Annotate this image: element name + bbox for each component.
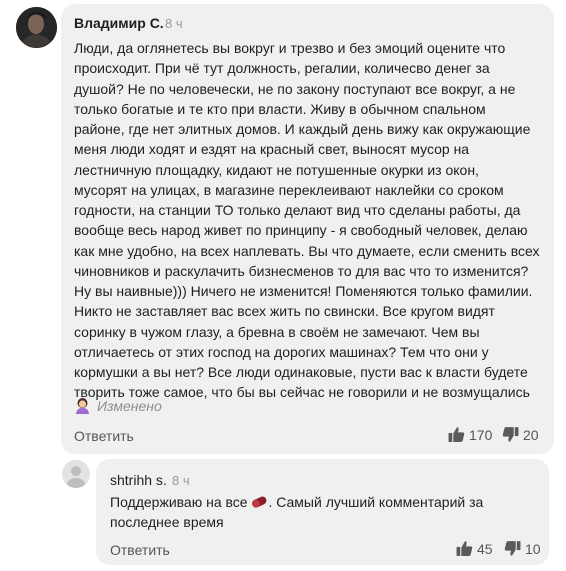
comment-text-line: кормушки а вы нет? Все люди одинаковые, … (74, 364, 528, 380)
woman-emoji-icon (76, 398, 89, 414)
comment-text-line: Никто не заставляет вас всех жить по сви… (74, 303, 495, 320)
thumbs-up-icon (456, 541, 473, 556)
edited-indicator: Изменено (74, 397, 162, 414)
thumbs-up-icon (448, 427, 465, 442)
comment-text-line: лестничную площадку, кидают не потушенны… (74, 161, 479, 178)
author-avatar[interactable] (16, 7, 57, 48)
comment-text-line: чиновников и раскулачить бизнесменов то … (74, 262, 529, 279)
comment-text-line: Ну вы наивные))) Ничего не изменится! По… (74, 283, 533, 299)
pill-emoji-icon (252, 496, 267, 508)
comment-text-line: годности, на станции ТО только делают ви… (74, 202, 521, 218)
reply-time: 8 ч (172, 473, 190, 488)
reply-text-part2: . Самый лучший комментарий за (268, 494, 484, 510)
comment-text-line: Люди, да оглянетесь вы вокруг и трезво и… (74, 40, 506, 56)
comment-text-line: душой? Не по человечески, не по закону п… (74, 80, 516, 97)
comment-text-line: вообще весь народ живет по принципу - я … (74, 222, 528, 239)
reply-like-count: 45 (477, 540, 493, 557)
thumbs-down-icon (502, 427, 519, 442)
reply-button[interactable]: Ответить (74, 428, 134, 444)
comment-text-line: районе, где нет элитных домов. И каждый … (74, 121, 531, 137)
reply-like-button[interactable]: 45 (456, 540, 493, 557)
reply-text-part1: Поддерживаю на все (110, 494, 252, 510)
comment-text-line: соринку в чужом глазу, а бревна в своём … (74, 323, 480, 340)
edited-label: Изменено (97, 397, 162, 414)
comment-text-line: только богатые и те кто при власти. Живу… (74, 100, 486, 117)
default-user-silhouette-icon (62, 460, 90, 488)
reply-dislike-button[interactable]: 10 (504, 540, 541, 557)
reply-text: Поддерживаю на все . Самый лучший коммен… (110, 492, 483, 533)
comment-text-line: как мне удобно, на всех наплевать. Вы чт… (74, 242, 540, 259)
reply-author[interactable]: shtrihh s. (110, 472, 167, 488)
like-button[interactable]: 170 (448, 426, 492, 443)
comment-text-line: меня люди ходят и ездят на красный свет,… (74, 141, 470, 158)
comment-text-line: отличаетесь от этих господ на дорогих ма… (74, 343, 489, 360)
dislike-count: 20 (523, 426, 539, 443)
comment-author[interactable]: Владимир С. (74, 15, 164, 31)
user-photo-icon (16, 7, 57, 48)
reply-author-avatar[interactable] (62, 460, 90, 488)
comment-time: 8 ч (165, 16, 183, 31)
comment-text-line: мусорят на улицах, в магазине переклеива… (74, 181, 504, 198)
dislike-button[interactable]: 20 (502, 426, 539, 443)
reply-dislike-count: 10 (525, 540, 541, 557)
comment-text: Люди, да оглянетесь вы вокруг и трезво и… (74, 38, 540, 403)
comment-text-line: происходит. При чё тут должность, регали… (74, 60, 490, 77)
reply-to-reply-button[interactable]: Ответить (110, 542, 170, 558)
like-count: 170 (469, 426, 493, 443)
thumbs-down-icon (504, 541, 521, 556)
reply-text-line2: последнее время (110, 514, 224, 531)
